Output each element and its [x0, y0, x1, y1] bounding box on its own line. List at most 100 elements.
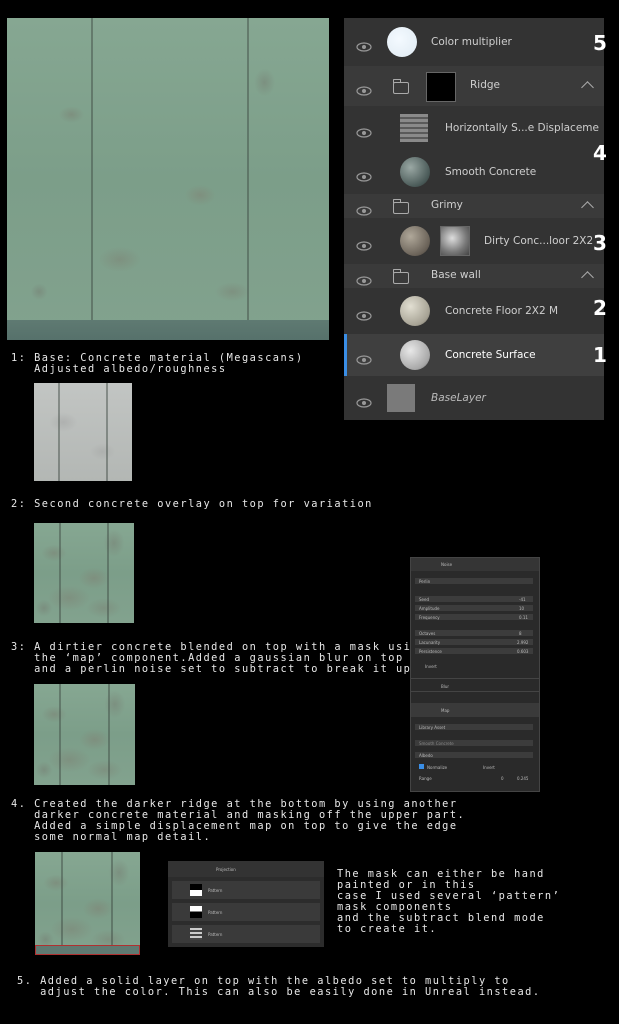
folder-icon	[392, 79, 409, 94]
panel-title: Noise	[441, 562, 453, 567]
layer-label: Concrete Floor 2X2 M	[445, 305, 559, 317]
step-2-text: 2: Second concrete overlay on top for va…	[11, 498, 373, 510]
invert2-label: Invert	[483, 765, 495, 770]
mask-thumb	[426, 72, 456, 102]
color-swatch-thumb	[387, 27, 417, 57]
eye-icon[interactable]	[356, 201, 372, 216]
octaves-label: Octaves	[419, 631, 436, 636]
eye-icon[interactable]	[356, 81, 372, 96]
persistence-value[interactable]: 0.603	[517, 649, 528, 654]
layer-dirty-concrete[interactable]: Dirty Conc...loor 2X2	[344, 218, 604, 265]
range-max[interactable]: 0.245	[517, 776, 528, 781]
group-label: Base wall	[431, 269, 481, 281]
noise-settings-panel: Noise Perlin Seed -41 Amplitude 10 Frequ…	[410, 557, 540, 792]
layer-label: Concrete Surface	[445, 349, 536, 361]
projection-label: Projection	[216, 867, 236, 872]
step-1-text: 1: Base: Concrete material (Megascans) A…	[11, 352, 304, 375]
folder-icon	[392, 199, 409, 214]
folder-icon	[392, 269, 409, 284]
range-label: Range	[419, 776, 432, 781]
step-5-text: 5. Added a solid layer on top with the a…	[17, 975, 541, 998]
layer-concrete-surface[interactable]: Concrete Surface	[344, 334, 604, 377]
layer-smooth-concrete[interactable]: Smooth Concrete	[344, 150, 604, 195]
persistence-label: Persistence	[419, 649, 442, 654]
chevron-up-icon[interactable]	[581, 271, 594, 284]
material-sphere-thumb	[400, 340, 430, 370]
base-color-thumb	[387, 384, 415, 412]
seed-label: Seed	[419, 597, 429, 602]
octaves-value[interactable]: 8	[519, 631, 522, 636]
pattern-layers-panel: Projection Pattern Pattern Pattern	[168, 861, 324, 947]
step-1-thumb	[34, 383, 132, 481]
chevron-up-icon[interactable]	[581, 201, 594, 214]
eye-icon[interactable]	[356, 306, 372, 321]
layer-label: Smooth Concrete	[445, 166, 537, 178]
group-ridge[interactable]: Ridge	[344, 66, 604, 107]
selection-indicator	[344, 334, 347, 376]
layer-horizontal-displacement[interactable]: Horizontally S...e Displaceme	[344, 106, 604, 151]
pattern-thumb	[190, 906, 202, 918]
step-2-thumb	[34, 523, 134, 623]
marker-5: 5	[593, 31, 607, 55]
layer-stack-panel: Color multiplier Ridge Horizontally S...…	[344, 18, 604, 420]
material-sphere-thumb	[400, 296, 430, 326]
group-label: Ridge	[470, 79, 501, 91]
material-sphere-thumb	[400, 226, 430, 256]
eye-icon[interactable]	[356, 37, 372, 52]
range-min[interactable]: 0	[501, 776, 504, 781]
lacunarity-value[interactable]: 2.992	[517, 640, 528, 645]
layer-concrete-floor[interactable]: Concrete Floor 2X2 M	[344, 288, 604, 335]
marker-4: 4	[593, 141, 607, 165]
step-3-thumb	[34, 684, 135, 785]
blur-label: Blur	[441, 684, 450, 689]
amplitude-value[interactable]: 10	[519, 606, 524, 611]
layer-label: BaseLayer	[431, 392, 486, 404]
lacunarity-label: Lacunarity	[419, 640, 441, 645]
step-4-text: 4. Created the darker ridge at the botto…	[11, 798, 466, 843]
ridge-outline	[35, 945, 140, 955]
eye-icon[interactable]	[356, 236, 372, 251]
layer-color-multiplier[interactable]: Color multiplier	[344, 18, 604, 67]
normalize-label: Normalize	[427, 765, 448, 770]
layer-label: Dirty Conc...loor 2X2	[484, 235, 594, 247]
mask-thumb	[440, 226, 470, 256]
amplitude-label: Amplitude	[419, 606, 440, 611]
group-grimy[interactable]: Grimy	[344, 194, 604, 219]
eye-icon[interactable]	[356, 123, 372, 138]
seed-value[interactable]: -41	[519, 597, 526, 602]
channel-select[interactable]: Albedo	[419, 753, 433, 758]
marker-3: 3	[593, 231, 607, 255]
eye-icon[interactable]	[356, 350, 372, 365]
map-header	[411, 703, 539, 717]
asset-field[interactable]: Smooth Concrete	[419, 741, 454, 746]
map-label: Map	[441, 708, 450, 713]
pattern-1-label: Pattern	[208, 888, 223, 893]
marker-2: 2	[593, 296, 607, 320]
frequency-value[interactable]: 0.11	[519, 615, 528, 620]
pattern-thumb	[190, 884, 202, 896]
noise-type[interactable]: Perlin	[419, 579, 430, 584]
group-label: Grimy	[431, 199, 463, 211]
eye-icon[interactable]	[356, 271, 372, 286]
marker-1: 1	[593, 343, 607, 367]
eye-icon[interactable]	[356, 393, 372, 408]
material-sphere-thumb	[400, 157, 430, 187]
layer-label: Horizontally S...e Displaceme	[445, 122, 599, 134]
layer-base-layer[interactable]: BaseLayer	[344, 376, 604, 420]
chevron-up-icon[interactable]	[581, 81, 594, 94]
step-3-text: 3: A dirtier concrete blended on top wit…	[11, 641, 427, 675]
pattern-thumb	[190, 928, 202, 940]
pattern-2-label: Pattern	[208, 910, 223, 915]
normalize-checkbox[interactable]	[419, 764, 424, 769]
invert-checkbox[interactable]: Invert	[425, 664, 437, 669]
frequency-label: Frequency	[419, 615, 440, 620]
step-4-thumb	[35, 852, 140, 955]
ridge-strip	[7, 320, 329, 340]
pattern-3-label: Pattern	[208, 932, 223, 937]
eye-icon[interactable]	[356, 167, 372, 182]
source-select[interactable]: Library Asset	[419, 725, 445, 730]
group-base-wall[interactable]: Base wall	[344, 264, 604, 289]
layer-label: Color multiplier	[431, 36, 512, 48]
step-4-note: The mask can either be hand painted or i…	[337, 868, 561, 935]
displacement-thumb	[400, 114, 428, 142]
